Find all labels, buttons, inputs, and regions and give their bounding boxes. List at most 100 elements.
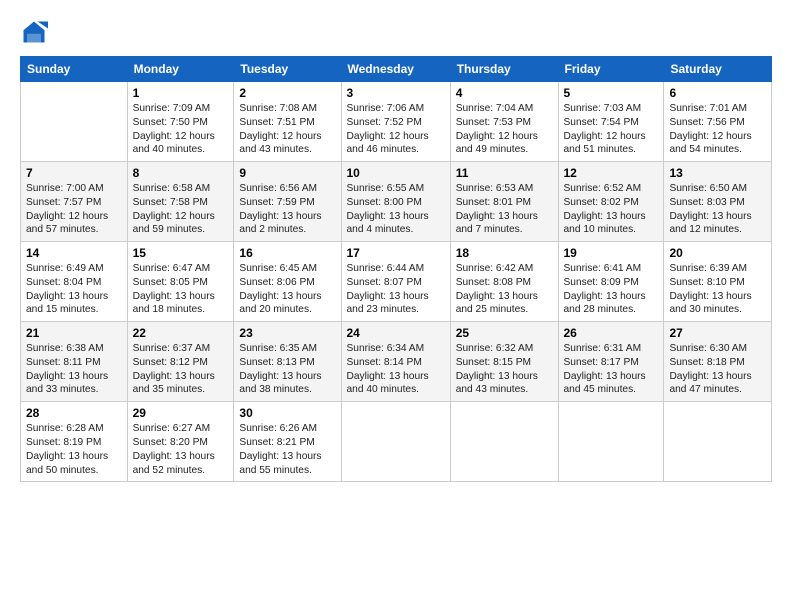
day-info: Sunrise: 7:08 AM Sunset: 7:51 PM Dayligh… [239,102,335,157]
day-cell: 20 Sunrise: 6:39 AM Sunset: 8:10 PM Dayli… [664,242,772,322]
day-number: 7 [26,166,122,180]
day-number: 29 [133,406,229,420]
day-number: 27 [669,326,766,340]
day-cell [450,402,558,482]
header [20,18,772,46]
day-cell: 6 Sunrise: 7:01 AM Sunset: 7:56 PM Daylig… [664,82,772,162]
day-info: Sunrise: 6:32 AM Sunset: 8:15 PM Dayligh… [456,342,553,397]
day-number: 8 [133,166,229,180]
day-number: 28 [26,406,122,420]
day-info: Sunrise: 6:37 AM Sunset: 8:12 PM Dayligh… [133,342,229,397]
page: SundayMondayTuesdayWednesdayThursdayFrid… [0,0,792,492]
day-cell: 25Sunrise: 6:32 AM Sunset: 8:15 PM Dayli… [450,322,558,402]
day-info: Sunrise: 6:42 AM Sunset: 8:08 PM Dayligh… [456,262,553,317]
day-info: Sunrise: 6:31 AM Sunset: 8:17 PM Dayligh… [564,342,659,397]
day-cell: 9 Sunrise: 6:56 AM Sunset: 7:59 PM Daylig… [234,162,341,242]
col-header-thursday: Thursday [450,57,558,82]
day-number: 26 [564,326,659,340]
day-info: Sunrise: 7:03 AM Sunset: 7:54 PM Dayligh… [564,102,659,157]
day-info: Sunrise: 6:58 AM Sunset: 7:58 PM Dayligh… [133,182,229,237]
day-info: Sunrise: 6:47 AM Sunset: 8:05 PM Dayligh… [133,262,229,317]
day-info: Sunrise: 6:30 AM Sunset: 8:18 PM Dayligh… [669,342,766,397]
day-number: 5 [564,86,659,100]
day-cell: 12 Sunrise: 6:52 AM Sunset: 8:02 PM Dayli… [558,162,664,242]
day-number: 2 [239,86,335,100]
day-info: Sunrise: 6:52 AM Sunset: 8:02 PM Dayligh… [564,182,659,237]
day-info: Sunrise: 6:53 AM Sunset: 8:01 PM Dayligh… [456,182,553,237]
day-info: Sunrise: 6:28 AM Sunset: 8:19 PM Dayligh… [26,422,122,477]
day-number: 24 [347,326,445,340]
day-number: 11 [456,166,553,180]
day-cell: 8 Sunrise: 6:58 AM Sunset: 7:58 PM Daylig… [127,162,234,242]
day-info: Sunrise: 6:41 AM Sunset: 8:09 PM Dayligh… [564,262,659,317]
day-info: Sunrise: 7:00 AM Sunset: 7:57 PM Dayligh… [26,182,122,237]
day-cell: 21 Sunrise: 6:38 AM Sunset: 8:11 PM Dayli… [21,322,128,402]
day-info: Sunrise: 6:35 AM Sunset: 8:13 PM Dayligh… [239,342,335,397]
day-number: 9 [239,166,335,180]
day-cell: 15 Sunrise: 6:47 AM Sunset: 8:05 PM Dayli… [127,242,234,322]
day-cell: 3 Sunrise: 7:06 AM Sunset: 7:52 PM Daylig… [341,82,450,162]
day-cell: 18 Sunrise: 6:42 AM Sunset: 8:08 PM Dayli… [450,242,558,322]
logo-icon [20,18,48,46]
day-cell [558,402,664,482]
day-info: Sunrise: 6:50 AM Sunset: 8:03 PM Dayligh… [669,182,766,237]
day-cell: 4 Sunrise: 7:04 AM Sunset: 7:53 PM Daylig… [450,82,558,162]
day-cell: 14 Sunrise: 6:49 AM Sunset: 8:04 PM Dayli… [21,242,128,322]
col-header-tuesday: Tuesday [234,57,341,82]
col-header-saturday: Saturday [664,57,772,82]
calendar-table: SundayMondayTuesdayWednesdayThursdayFrid… [20,56,772,482]
day-number: 14 [26,246,122,260]
day-cell: 28 Sunrise: 6:28 AM Sunset: 8:19 PM Dayli… [21,402,128,482]
day-info: Sunrise: 6:27 AM Sunset: 8:20 PM Dayligh… [133,422,229,477]
day-cell [21,82,128,162]
day-cell: 2 Sunrise: 7:08 AM Sunset: 7:51 PM Daylig… [234,82,341,162]
day-cell [664,402,772,482]
day-info: Sunrise: 6:44 AM Sunset: 8:07 PM Dayligh… [347,262,445,317]
day-cell: 16Sunrise: 6:45 AM Sunset: 8:06 PM Dayli… [234,242,341,322]
day-number: 22 [133,326,229,340]
day-cell [341,402,450,482]
week-row-4: 21 Sunrise: 6:38 AM Sunset: 8:11 PM Dayli… [21,322,772,402]
week-row-3: 14 Sunrise: 6:49 AM Sunset: 8:04 PM Dayli… [21,242,772,322]
day-info: Sunrise: 7:09 AM Sunset: 7:50 PM Dayligh… [133,102,229,157]
day-cell: 30Sunrise: 6:26 AM Sunset: 8:21 PM Dayli… [234,402,341,482]
day-info: Sunrise: 7:01 AM Sunset: 7:56 PM Dayligh… [669,102,766,157]
day-number: 6 [669,86,766,100]
day-cell: 17Sunrise: 6:44 AM Sunset: 8:07 PM Dayli… [341,242,450,322]
col-header-wednesday: Wednesday [341,57,450,82]
day-number: 12 [564,166,659,180]
day-cell: 23 Sunrise: 6:35 AM Sunset: 8:13 PM Dayli… [234,322,341,402]
day-cell: 29 Sunrise: 6:27 AM Sunset: 8:20 PM Dayli… [127,402,234,482]
col-header-sunday: Sunday [21,57,128,82]
day-cell: 19 Sunrise: 6:41 AM Sunset: 8:09 PM Dayli… [558,242,664,322]
week-row-2: 7 Sunrise: 7:00 AM Sunset: 7:57 PM Daylig… [21,162,772,242]
day-info: Sunrise: 6:39 AM Sunset: 8:10 PM Dayligh… [669,262,766,317]
day-info: Sunrise: 6:45 AM Sunset: 8:06 PM Dayligh… [239,262,335,317]
day-cell: 24Sunrise: 6:34 AM Sunset: 8:14 PM Dayli… [341,322,450,402]
col-header-friday: Friday [558,57,664,82]
day-info: Sunrise: 7:04 AM Sunset: 7:53 PM Dayligh… [456,102,553,157]
day-number: 1 [133,86,229,100]
day-info: Sunrise: 6:55 AM Sunset: 8:00 PM Dayligh… [347,182,445,237]
day-number: 21 [26,326,122,340]
day-cell: 1 Sunrise: 7:09 AM Sunset: 7:50 PM Daylig… [127,82,234,162]
day-number: 20 [669,246,766,260]
day-cell: 26 Sunrise: 6:31 AM Sunset: 8:17 PM Dayli… [558,322,664,402]
day-number: 3 [347,86,445,100]
day-number: 23 [239,326,335,340]
day-cell: 7 Sunrise: 7:00 AM Sunset: 7:57 PM Daylig… [21,162,128,242]
day-number: 4 [456,86,553,100]
day-info: Sunrise: 6:38 AM Sunset: 8:11 PM Dayligh… [26,342,122,397]
day-number: 13 [669,166,766,180]
day-number: 10 [347,166,445,180]
week-row-5: 28 Sunrise: 6:28 AM Sunset: 8:19 PM Dayli… [21,402,772,482]
day-info: Sunrise: 7:06 AM Sunset: 7:52 PM Dayligh… [347,102,445,157]
day-number: 15 [133,246,229,260]
col-header-monday: Monday [127,57,234,82]
day-number: 18 [456,246,553,260]
day-info: Sunrise: 6:56 AM Sunset: 7:59 PM Dayligh… [239,182,335,237]
day-number: 19 [564,246,659,260]
day-cell: 22 Sunrise: 6:37 AM Sunset: 8:12 PM Dayli… [127,322,234,402]
week-row-1: 1 Sunrise: 7:09 AM Sunset: 7:50 PM Daylig… [21,82,772,162]
day-info: Sunrise: 6:49 AM Sunset: 8:04 PM Dayligh… [26,262,122,317]
